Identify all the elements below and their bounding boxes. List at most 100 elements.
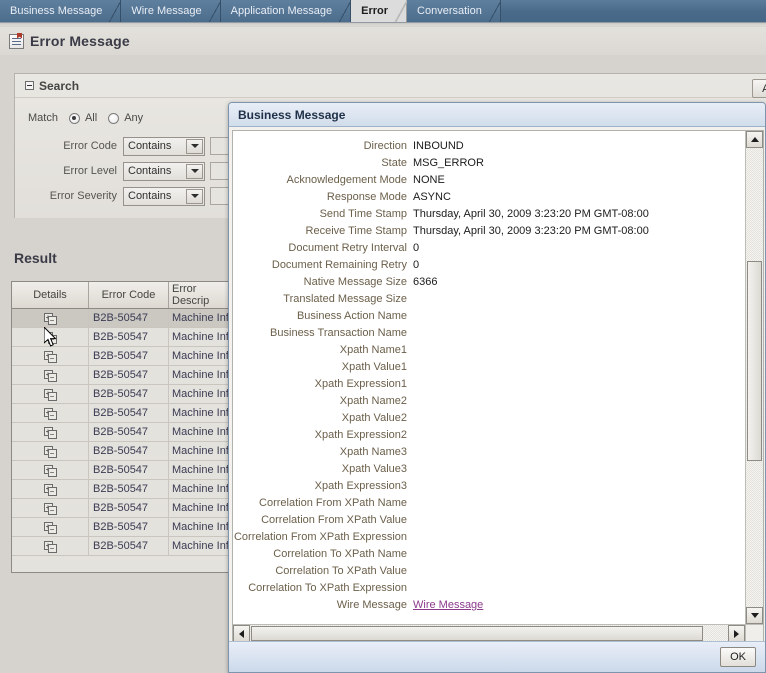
property-label: Native Message Size xyxy=(303,276,407,288)
tab-business-message[interactable]: Business Message xyxy=(0,0,122,22)
property-label: Wire Message xyxy=(336,599,407,611)
tab-application-message[interactable]: Application Message xyxy=(220,0,352,22)
tab-conversation[interactable]: Conversation xyxy=(407,0,501,22)
scroll-down-button[interactable] xyxy=(746,607,763,624)
chevron-down-icon[interactable] xyxy=(186,163,203,179)
dialog-vertical-scrollbar[interactable] xyxy=(745,131,763,624)
vertical-scroll-thumb[interactable] xyxy=(747,261,762,461)
column-header-details[interactable]: Details xyxy=(12,282,89,308)
error-code-operator-select[interactable]: Contains xyxy=(123,136,205,156)
chevron-down-icon[interactable] xyxy=(186,138,203,154)
expand-details-icon[interactable]: +− xyxy=(43,407,57,420)
table-row[interactable]: +− B2B-50547Machine Info xyxy=(12,366,235,385)
expand-details-icon[interactable]: +− xyxy=(43,521,57,534)
details-cell[interactable]: +− xyxy=(12,423,89,441)
property-row: Native Message Size 6366 xyxy=(233,275,745,292)
chevron-down-icon[interactable] xyxy=(186,188,203,204)
expand-details-icon[interactable]: +− xyxy=(43,540,57,553)
error-severity-operator-select[interactable]: Contains xyxy=(123,186,205,206)
details-cell[interactable]: +− xyxy=(12,518,89,536)
details-cell[interactable]: +− xyxy=(12,461,89,479)
expand-details-icon[interactable]: +− xyxy=(43,502,57,515)
page-header: Error Message xyxy=(0,27,766,55)
advanced-button[interactable]: Advanced xyxy=(752,79,766,98)
expand-details-icon[interactable]: +− xyxy=(43,369,57,382)
ok-button[interactable]: OK xyxy=(720,647,756,667)
property-row: Correlation From XPath Name xyxy=(233,496,745,513)
radio-all-label: All xyxy=(84,112,98,124)
table-row[interactable]: +− B2B-50547Machine Info xyxy=(12,461,235,480)
table-row[interactable]: +− B2B-50547Machine Info xyxy=(12,309,235,328)
radio-all[interactable] xyxy=(68,112,80,124)
expand-details-icon[interactable]: +− xyxy=(43,331,57,344)
property-label: Xpath Expression2 xyxy=(314,429,407,441)
details-cell[interactable]: +− xyxy=(12,499,89,517)
property-row: Send Time Stamp Thursday, April 30, 2009 … xyxy=(233,207,745,224)
property-row: Wire Message Wire Message xyxy=(233,598,745,615)
details-cell[interactable]: +− xyxy=(12,309,89,327)
tab-wire-message[interactable]: Wire Message xyxy=(121,0,221,22)
table-row[interactable]: +− B2B-50547Machine Info xyxy=(12,385,235,404)
horizontal-scroll-thumb[interactable] xyxy=(251,626,703,641)
details-cell[interactable]: +− xyxy=(12,537,89,555)
property-label: Xpath Expression1 xyxy=(314,378,407,390)
column-header-error-description[interactable]: Error Descrip xyxy=(169,282,235,308)
expand-details-icon[interactable]: +− xyxy=(43,464,57,477)
details-cell[interactable]: +− xyxy=(12,347,89,365)
dialog-scroll-area: Direction INBOUND State MSG_ERROR Acknowledg… xyxy=(233,131,745,624)
tab-error[interactable]: Error xyxy=(351,0,408,22)
wire-message-link[interactable]: Wire Message xyxy=(413,599,483,611)
error-description-cell: Machine Info xyxy=(169,499,235,517)
scroll-up-button[interactable] xyxy=(746,131,763,148)
property-value: Thursday, April 30, 2009 3:23:20 PM GMT-… xyxy=(413,208,649,220)
details-cell[interactable]: +− xyxy=(12,442,89,460)
table-row[interactable]: +− B2B-50547Machine Info xyxy=(12,328,235,347)
property-label: Acknowledgement Mode xyxy=(286,174,407,186)
expand-details-icon[interactable]: +− xyxy=(43,426,57,439)
table-row[interactable]: +− B2B-50547Machine Info xyxy=(12,404,235,423)
table-row[interactable]: +− B2B-50547Machine Info xyxy=(12,518,235,537)
collapse-icon[interactable] xyxy=(25,81,34,90)
table-row[interactable]: +− B2B-50547Machine Info xyxy=(12,423,235,442)
property-label: Xpath Name1 xyxy=(339,344,407,356)
radio-any[interactable] xyxy=(108,112,120,124)
details-cell[interactable]: +− xyxy=(12,480,89,498)
details-cell[interactable]: +− xyxy=(12,385,89,403)
property-value: 0 xyxy=(413,259,420,271)
property-row: Xpath Name1 xyxy=(233,343,745,360)
expand-details-icon[interactable]: +− xyxy=(43,388,57,401)
scrollbar-corner xyxy=(745,624,763,642)
expand-details-icon[interactable]: +− xyxy=(43,312,57,325)
table-row[interactable]: +− B2B-50547Machine Info xyxy=(12,499,235,518)
property-row: Xpath Value1 xyxy=(233,360,745,377)
details-cell[interactable]: +− xyxy=(12,366,89,384)
select-value: Contains xyxy=(128,140,172,152)
details-cell[interactable]: +− xyxy=(12,328,89,346)
search-header[interactable]: Search Advanced xyxy=(15,74,766,98)
expand-details-icon[interactable]: +− xyxy=(43,350,57,363)
property-label: Correlation To XPath Expression xyxy=(248,582,407,594)
property-row: Correlation To XPath Expression xyxy=(233,581,745,598)
expand-details-icon[interactable]: +− xyxy=(43,483,57,496)
property-row: Xpath Expression3 xyxy=(233,479,745,496)
error-code-cell: B2B-50547 xyxy=(89,537,169,555)
table-row[interactable]: +− B2B-50547Machine Info xyxy=(12,537,235,556)
table-row[interactable]: +− B2B-50547Machine Info xyxy=(12,480,235,499)
error-code-cell: B2B-50547 xyxy=(89,385,169,403)
property-label: Correlation From XPath Expression xyxy=(233,531,407,543)
table-row[interactable]: +− B2B-50547Machine Info xyxy=(12,347,235,366)
details-cell[interactable]: +− xyxy=(12,404,89,422)
property-value: 0 xyxy=(413,242,420,254)
error-level-operator-select[interactable]: Contains xyxy=(123,161,205,181)
scroll-right-button[interactable] xyxy=(728,625,745,642)
column-header-error-code[interactable]: Error Code xyxy=(89,282,169,308)
dialog-horizontal-scrollbar[interactable] xyxy=(233,624,745,642)
property-value[interactable]: Wire Message xyxy=(413,598,745,613)
property-list: Direction INBOUND State MSG_ERROR Acknowledg… xyxy=(233,131,745,615)
search-field-error-code: Error Code Contains xyxy=(19,136,262,156)
scroll-left-button[interactable] xyxy=(233,625,250,642)
expand-details-icon[interactable]: +− xyxy=(43,445,57,458)
table-row[interactable]: +− B2B-50547Machine Info xyxy=(12,442,235,461)
error-code-cell: B2B-50547 xyxy=(89,499,169,517)
property-label: Xpath Name3 xyxy=(339,446,407,458)
